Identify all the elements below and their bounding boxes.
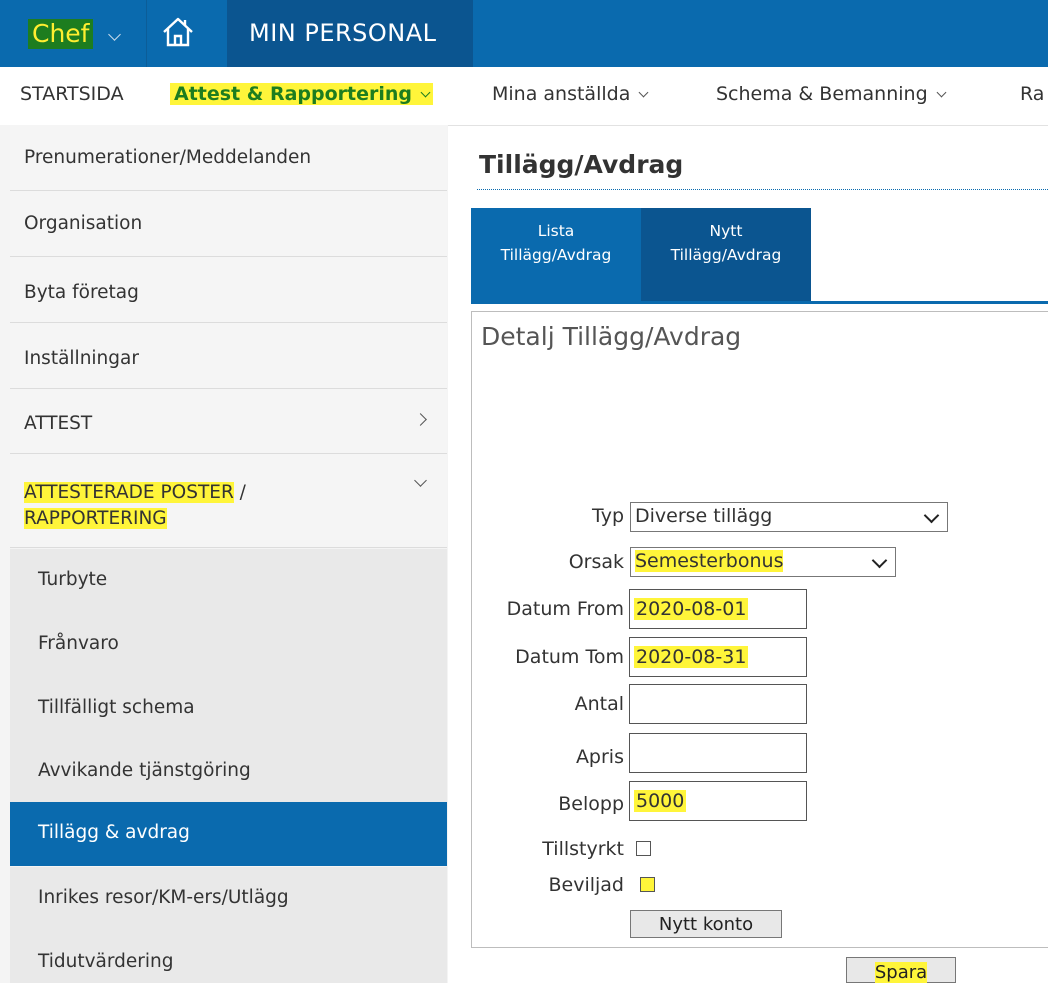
datum-tom-input[interactable]: 2020-08-31: [629, 637, 807, 677]
sidebar-subitem-avvikande-tjanstgoring[interactable]: Avvikande tjänstgöring: [10, 740, 447, 804]
sidebar-subitem-label: Tillfälligt schema: [38, 697, 195, 718]
belopp-label: Belopp: [558, 793, 624, 815]
datum-tom-label: Datum Tom: [515, 646, 624, 668]
typ-selected-value: Diverse tillägg: [635, 505, 773, 527]
nav-label: Ra: [1020, 83, 1045, 105]
sidebar-item-organisation[interactable]: Organisation: [10, 191, 447, 257]
sidebar-subitem-turbyte[interactable]: Turbyte: [10, 549, 447, 613]
sidebar-item-prenumerationer[interactable]: Prenumerationer/Meddelanden: [10, 125, 447, 191]
antal-label: Antal: [574, 693, 624, 715]
chevron-right-icon: [414, 413, 427, 426]
beviljad-checkbox[interactable]: [640, 877, 655, 892]
nav-label: Attest & Rapportering: [174, 83, 413, 105]
nav-item-mina-anstallda[interactable]: Mina anställda: [492, 83, 649, 105]
sidebar-item-label: Inställningar: [24, 348, 139, 369]
datum-from-value: 2020-08-01: [634, 598, 749, 620]
sidebar-subitem-label: Inrikes resor/KM-ers/Utlägg: [38, 887, 289, 908]
sidebar-item-attest[interactable]: ATTEST: [10, 389, 447, 454]
chevron-down-icon: [638, 87, 649, 98]
tab-lista-tillagg-avdrag[interactable]: Lista Tillägg/Avdrag: [471, 208, 641, 303]
main-nav: STARTSIDA Attest & Rapportering Mina ans…: [0, 67, 1048, 126]
sidebar-subitem-label: Tidutvärdering: [38, 951, 174, 972]
antal-input[interactable]: [629, 684, 807, 724]
sidebar-item-attesterade-poster[interactable]: ATTESTERADE POSTER / RAPPORTERING: [10, 454, 447, 548]
orsak-label: Orsak: [568, 551, 624, 573]
sidebar-subitem-label: Turbyte: [38, 569, 108, 590]
apris-input[interactable]: [629, 733, 807, 773]
page-title: Tillägg/Avdrag: [479, 150, 684, 179]
home-icon: [163, 17, 193, 47]
tab-underline: [471, 301, 1048, 304]
datum-tom-value: 2020-08-31: [634, 646, 749, 668]
nytt-konto-button[interactable]: Nytt konto: [630, 910, 782, 938]
sidebar-subitem-franvaro[interactable]: Frånvaro: [10, 613, 447, 677]
nav-label: Schema & Bemanning: [716, 83, 928, 105]
nav-item-attest-rapportering[interactable]: Attest & Rapportering: [170, 83, 434, 105]
app-title-tab[interactable]: MIN PERSONAL: [227, 0, 473, 67]
sidebar-item-label-line1: ATTESTERADE POSTER: [24, 482, 234, 503]
orsak-select[interactable]: Semesterbonus: [630, 547, 896, 577]
tillstyrkt-label: Tillstyrkt: [542, 838, 624, 860]
chevron-down-icon: [871, 552, 888, 569]
sidebar-item-label: Organisation: [24, 213, 143, 234]
belopp-input[interactable]: 5000: [629, 781, 807, 821]
title-divider: [477, 189, 1048, 190]
datum-from-input[interactable]: 2020-08-01: [629, 589, 807, 629]
home-button[interactable]: [146, 0, 228, 67]
sidebar-item-byta-foretag[interactable]: Byta företag: [10, 257, 447, 323]
nav-item-truncated[interactable]: Ra: [1020, 83, 1044, 105]
nav-item-startsida[interactable]: STARTSIDA: [20, 83, 124, 105]
panel-title: Detalj Tillägg/Avdrag: [481, 322, 742, 351]
sidebar-subitem-tillagg-avdrag[interactable]: Tillägg & avdrag: [10, 802, 447, 866]
sidebar-item-label: Byta företag: [24, 282, 139, 303]
nav-label: Mina anställda: [492, 83, 631, 105]
tab-label-line2: Tillägg/Avdrag: [500, 246, 612, 264]
sidebar-subitem-label: Frånvaro: [38, 633, 119, 654]
app-title: MIN PERSONAL: [249, 19, 437, 47]
role-switcher[interactable]: Chef: [18, 10, 146, 50]
sidebar-subitem-label: Tillägg & avdrag: [38, 822, 190, 843]
orsak-selected-value: Semesterbonus: [635, 550, 784, 572]
chevron-down-icon: [923, 507, 940, 524]
sidebar-item-installningar[interactable]: Inställningar: [10, 323, 447, 389]
sidebar-item-label-line2: RAPPORTERING: [24, 508, 167, 529]
spara-button[interactable]: Spara: [846, 957, 956, 983]
chevron-down-icon: [420, 87, 431, 98]
sidebar-item-label: Prenumerationer/Meddelanden: [24, 147, 312, 168]
beviljad-label: Beviljad: [548, 874, 624, 896]
nav-label: STARTSIDA: [20, 83, 124, 105]
chevron-down-icon: [108, 28, 121, 41]
tab-label-line1: Lista: [537, 222, 575, 240]
sidebar-subitem-inrikes-resor[interactable]: Inrikes resor/KM-ers/Utlägg: [10, 867, 447, 931]
tab-label-line2: Tillägg/Avdrag: [670, 246, 782, 264]
spara-label: Spara: [874, 962, 928, 983]
belopp-value: 5000: [634, 790, 687, 812]
chevron-down-icon: [414, 474, 427, 487]
typ-select[interactable]: Diverse tillägg: [630, 502, 948, 532]
chevron-down-icon: [936, 87, 947, 98]
nav-item-schema-bemanning[interactable]: Schema & Bemanning: [716, 83, 947, 105]
tab-label-line1: Nytt: [709, 222, 743, 240]
sidebar-item-label-sep: /: [233, 482, 246, 503]
datum-from-label: Datum From: [506, 598, 624, 620]
sidebar-subitem-tillfalligt-schema[interactable]: Tillfälligt schema: [10, 677, 447, 741]
typ-label: Typ: [592, 505, 624, 527]
tillstyrkt-checkbox[interactable]: [636, 841, 651, 856]
sidebar-subitem-tidutvardering[interactable]: Tidutvärdering: [10, 931, 447, 983]
tab-nytt-tillagg-avdrag[interactable]: Nytt Tillägg/Avdrag: [641, 208, 811, 303]
apris-label: Apris: [575, 746, 624, 768]
role-label: Chef: [28, 19, 94, 49]
top-bar: Chef MIN PERSONAL: [0, 0, 1048, 67]
sidebar-subitem-label: Avvikande tjänstgöring: [38, 760, 251, 781]
sidebar-item-label: ATTEST: [24, 413, 93, 434]
